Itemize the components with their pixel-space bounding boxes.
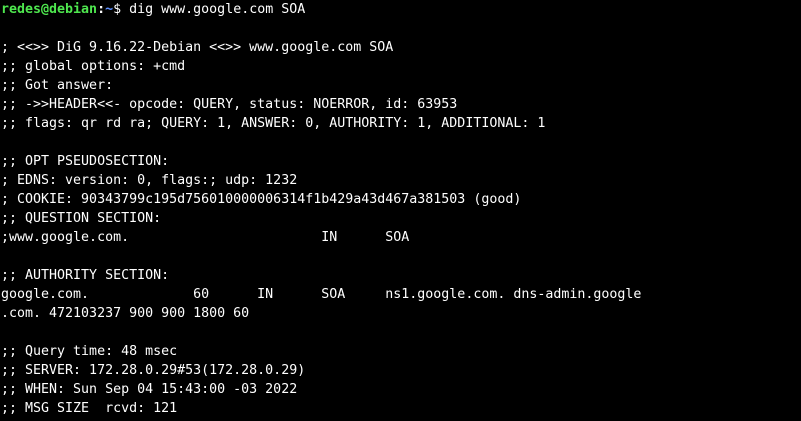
prompt-user-host: redes@debian: [1, 2, 98, 17]
command-prompt-line: redes@debian:~$ dig www.google.com SOA: [1, 0, 801, 19]
header-line: ;; ->>HEADER<<- opcode: QUERY, status: N…: [1, 97, 458, 112]
cookie-line: ; COOKIE: 90343799c195d756010000006314f1…: [1, 192, 522, 207]
flags-line: ;; flags: qr rd ra; QUERY: 1, ANSWER: 0,…: [1, 116, 546, 131]
msg-size-line: ;; MSG SIZE rcvd: 121: [1, 401, 178, 416]
global-options-line: ;; global options: +cmd: [1, 59, 186, 74]
got-answer-line: ;; Got answer:: [1, 78, 114, 93]
dig-version-line: ; <<>> DiG 9.16.22-Debian <<>> www.googl…: [1, 40, 394, 55]
prompt-separator: :: [97, 2, 106, 17]
question-record: ;www.google.com. IN SOA: [1, 230, 410, 245]
command-text: dig www.google.com SOA: [129, 2, 306, 17]
terminal-window[interactable]: redes@debian:~$ dig www.google.com SOA ;…: [0, 0, 801, 421]
query-time-line: ;; Query time: 48 msec: [1, 344, 178, 359]
prompt-path: ~: [105, 2, 114, 17]
authority-section-heading: ;; AUTHORITY SECTION:: [1, 268, 170, 283]
opt-pseudosection-heading: ;; OPT PSEUDOSECTION:: [1, 154, 170, 169]
edns-line: ; EDNS: version: 0, flags:; udp: 1232: [1, 173, 298, 188]
authority-record-continuation: .com. 472103237 900 900 1800 60: [1, 306, 250, 321]
when-line: ;; WHEN: Sun Sep 04 15:43:00 -03 2022: [1, 382, 298, 397]
prompt-dollar: $: [113, 2, 130, 17]
question-section-heading: ;; QUESTION SECTION:: [1, 211, 162, 226]
server-line: ;; SERVER: 172.28.0.29#53(172.28.0.29): [1, 363, 306, 378]
authority-record: google.com. 60 IN SOA ns1.google.com. dn…: [1, 287, 642, 302]
